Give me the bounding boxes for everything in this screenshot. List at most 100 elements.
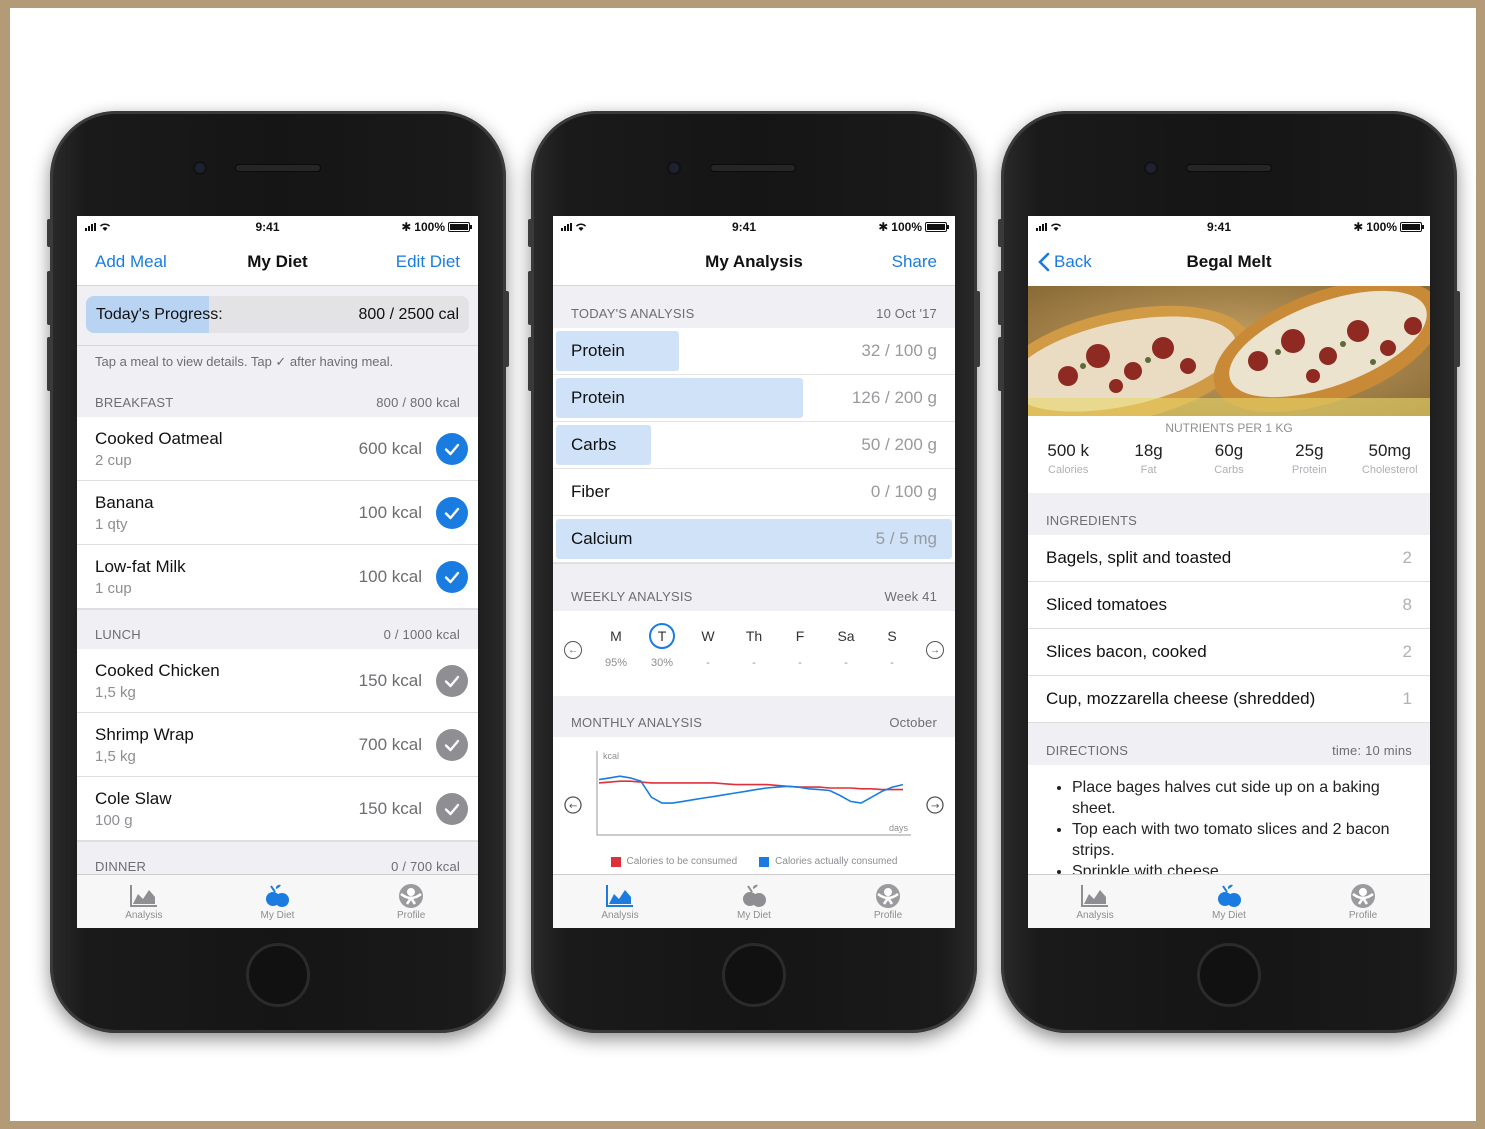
meal-row[interactable]: Shrimp Wrap 1,5 kg 700 kcal bbox=[77, 713, 478, 777]
battery-percent: 100% bbox=[1366, 220, 1397, 234]
nutrient-amount: 18g bbox=[1134, 441, 1163, 460]
apple-icon bbox=[266, 884, 290, 907]
ingredient-row[interactable]: Bagels, split and toasted 2 bbox=[1028, 535, 1430, 582]
day-letter: M bbox=[610, 628, 622, 644]
battery-icon bbox=[1400, 222, 1424, 232]
checkmark-icon[interactable] bbox=[436, 496, 468, 529]
tab-my-diet[interactable]: My Diet bbox=[227, 882, 327, 921]
edit-diet-button[interactable]: Edit Diet bbox=[380, 252, 460, 272]
tab-analysis[interactable]: Analysis bbox=[570, 882, 670, 921]
day-m[interactable]: M 95% bbox=[596, 623, 636, 670]
weekly-header: WEEKLY ANALYSIS Week 41 bbox=[553, 563, 955, 611]
nav-bar: Add Meal My Diet Edit Diet bbox=[77, 238, 478, 286]
nutrient-amount: 500 k bbox=[1047, 441, 1089, 460]
section-total: 800 / 800 kcal bbox=[376, 395, 460, 410]
ingredients-label: INGREDIENTS bbox=[1046, 513, 1138, 528]
day-w[interactable]: W- bbox=[688, 623, 728, 670]
screen: 9:41 ✱ 100% My Analysis Share TODAY'S AN… bbox=[553, 216, 955, 928]
nutrient-row[interactable]: Protein 32 / 100 g bbox=[553, 328, 955, 375]
power-button bbox=[1455, 291, 1460, 367]
phone-my-diet: 9:41 ✱ 100% Add Meal My Diet Edit Diet T… bbox=[47, 111, 509, 1033]
prev-week-icon[interactable]: ← bbox=[564, 641, 582, 659]
meal-kcal: 100 kcal bbox=[358, 566, 422, 586]
nutrient-summary: 500 k Calories 18g Fat 60g Carbs 25g Protein 50m… bbox=[1028, 435, 1430, 493]
tab-profile[interactable]: Profile bbox=[1313, 882, 1413, 921]
front-camera bbox=[195, 163, 205, 173]
nutrient-value: 126 / 200 g bbox=[851, 388, 937, 407]
checkmark-icon[interactable] bbox=[436, 432, 468, 465]
tab-profile[interactable]: Profile bbox=[361, 882, 461, 921]
meal-info: Cooked Chicken 1,5 kg bbox=[95, 661, 220, 701]
nutrient-row[interactable]: Calcium 5 / 5 mg bbox=[553, 516, 955, 563]
home-button[interactable] bbox=[1197, 943, 1261, 1007]
nutrient-row[interactable]: Carbs 50 / 200 g bbox=[553, 422, 955, 469]
tab-analysis[interactable]: Analysis bbox=[1045, 882, 1145, 921]
meal-row[interactable]: Cooked Chicken 1,5 kg 150 kcal bbox=[77, 649, 478, 713]
add-meal-button[interactable]: Add Meal bbox=[95, 252, 175, 272]
nutrient-row[interactable]: Fiber 0 / 100 g bbox=[553, 469, 955, 516]
meal-kcal: 600 kcal bbox=[358, 438, 422, 458]
volume-down-button bbox=[47, 337, 52, 391]
meal-right: 100 kcal bbox=[359, 496, 468, 529]
home-button[interactable] bbox=[722, 943, 786, 1007]
meal-row[interactable]: Cole Slaw 100 g 150 kcal bbox=[77, 777, 478, 841]
power-button bbox=[504, 291, 509, 367]
meal-quantity: 100 g bbox=[95, 811, 133, 829]
day-f[interactable]: F- bbox=[780, 623, 820, 670]
meal-name: Shrimp Wrap bbox=[95, 724, 194, 744]
nutrient-label: Protein bbox=[1291, 464, 1327, 476]
share-button[interactable]: Share bbox=[857, 252, 937, 272]
status-bar: 9:41 ✱ 100% bbox=[77, 216, 478, 238]
meal-name: Cooked Oatmeal bbox=[95, 428, 223, 448]
meal-right: 150 kcal bbox=[359, 664, 468, 697]
directions-time: time: 10 mins bbox=[1332, 743, 1412, 758]
earpiece-speaker bbox=[236, 165, 320, 171]
day-sa[interactable]: Sa - bbox=[826, 623, 866, 670]
meal-row[interactable]: Cooked Oatmeal 2 cup 600 kcal bbox=[77, 417, 478, 481]
day-t[interactable]: T 30% bbox=[642, 623, 682, 670]
series-line-actual bbox=[598, 775, 904, 804]
home-button[interactable] bbox=[246, 943, 310, 1007]
tab-my-diet[interactable]: My Diet bbox=[704, 882, 804, 921]
checkmark-icon[interactable] bbox=[436, 728, 468, 761]
day-th[interactable]: Th - bbox=[734, 623, 774, 670]
day-percent: - bbox=[752, 657, 756, 669]
nutrient-name: Carbs bbox=[571, 435, 617, 454]
battery-percent: 100% bbox=[891, 220, 922, 234]
wifi-icon bbox=[1051, 223, 1061, 231]
nutrient-name: Protein bbox=[571, 341, 625, 360]
meal-info: Cooked Oatmeal 2 cup bbox=[95, 429, 223, 469]
tab-my-diet[interactable]: My Diet bbox=[1179, 882, 1279, 921]
day-s[interactable]: S- bbox=[872, 623, 912, 670]
meal-row[interactable]: Low-fat Milk 1 cup 100 kcal bbox=[77, 545, 478, 609]
meal-right: 150 kcal bbox=[359, 792, 468, 825]
today-header: TODAY'S ANALYSIS 10 Oct '17 bbox=[553, 286, 955, 328]
back-button[interactable]: Back bbox=[1038, 252, 1118, 272]
next-week-icon[interactable]: → bbox=[926, 641, 944, 659]
day-percent: - bbox=[890, 657, 894, 669]
section-name: DINNER bbox=[95, 859, 147, 874]
tab-profile[interactable]: Profile bbox=[838, 882, 938, 921]
ingredient-row[interactable]: Cup, mozzarella cheese (shredded) 1 bbox=[1028, 676, 1430, 723]
meal-list: BREAKFAST 800 / 800 kcal Cooked Oatmeal 2 c… bbox=[77, 385, 478, 881]
signal-wifi bbox=[1036, 223, 1106, 231]
ingredient-row[interactable]: Sliced tomatoes 8 bbox=[1028, 582, 1430, 629]
tab-analysis[interactable]: Analysis bbox=[94, 882, 194, 921]
day-letter: S bbox=[887, 628, 897, 644]
nutrient-cholesterol: 50mg Cholesterol bbox=[1351, 441, 1429, 493]
ingredient-row[interactable]: Slices bacon, cooked 2 bbox=[1028, 629, 1430, 676]
section-name: LUNCH bbox=[95, 627, 141, 642]
nutrient-amount: 25g bbox=[1295, 441, 1324, 460]
nutrient-label: Fat bbox=[1140, 464, 1157, 476]
progress-bar: Today's Progress: 800 / 2500 cal bbox=[86, 296, 469, 333]
bluetooth-icon: ✱ bbox=[878, 220, 889, 234]
tab-bar: Analysis My Diet Profile bbox=[553, 874, 955, 928]
checkmark-icon[interactable] bbox=[436, 664, 468, 697]
status-bar: 9:41 ✱ 100% bbox=[553, 216, 955, 238]
checkmark-icon[interactable] bbox=[436, 560, 468, 593]
ingredients-header: INGREDIENTS bbox=[1028, 493, 1430, 535]
meal-row[interactable]: Banana 1 qty 100 kcal bbox=[77, 481, 478, 545]
nutrient-row[interactable]: Protein 126 / 200 g bbox=[553, 375, 955, 422]
checkmark-icon[interactable] bbox=[436, 792, 468, 825]
nutrient-value: 50 / 200 g bbox=[861, 435, 937, 454]
